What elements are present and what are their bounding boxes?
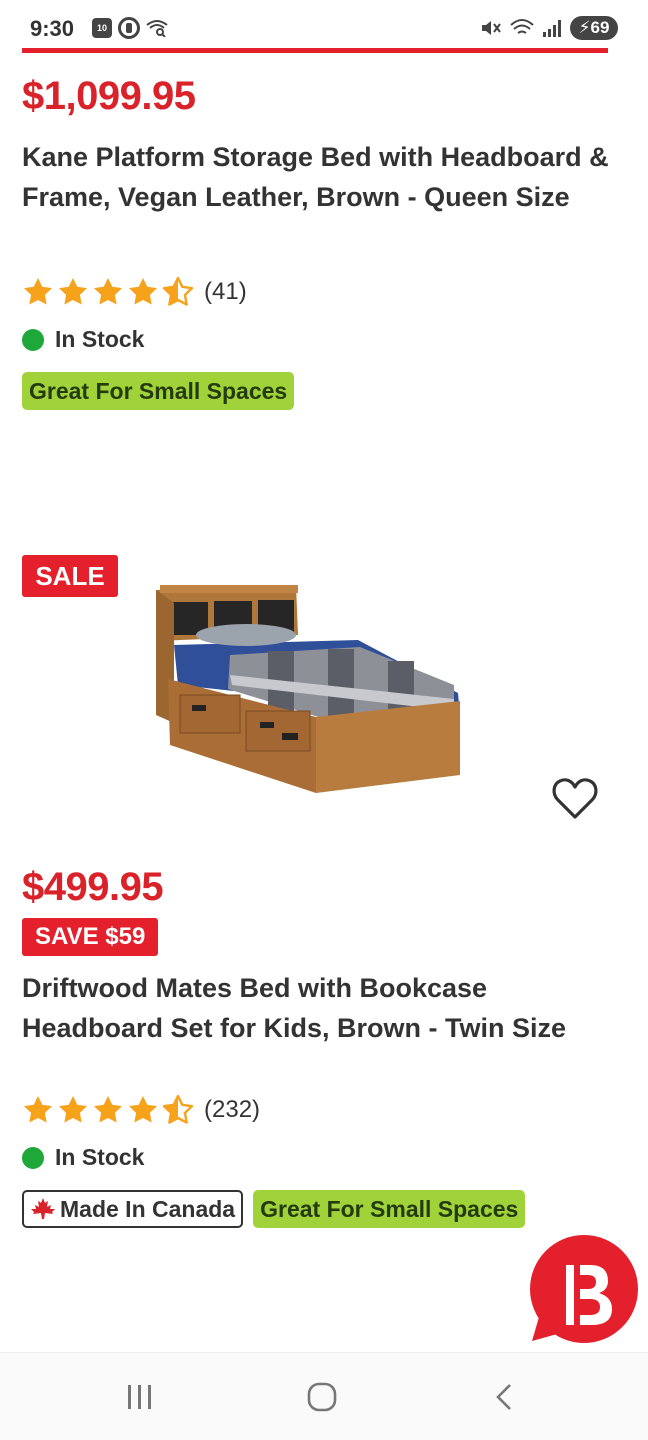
- recent-apps-icon: [128, 1385, 151, 1409]
- star-icon: [59, 1096, 87, 1123]
- screen-record-icon: [118, 17, 140, 39]
- star-icon: [24, 278, 52, 305]
- small-spaces-badge: Great For Small Spaces: [22, 372, 295, 410]
- star-icon: [94, 1096, 122, 1123]
- product-rating[interactable]: (232): [22, 1094, 260, 1126]
- battery-indicator: ⚡ 69: [570, 16, 618, 40]
- half-star-icon: [162, 1094, 194, 1124]
- wishlist-heart-icon[interactable]: [550, 775, 600, 821]
- star-icon: [94, 278, 122, 305]
- review-count: (41): [204, 278, 247, 305]
- star-icon: [59, 278, 87, 305]
- recent-apps-button[interactable]: [118, 1377, 162, 1417]
- status-bar: 9:30 10 ⚡ 69: [0, 0, 648, 50]
- battery-level: 69: [590, 18, 610, 37]
- product-price: $499.95: [22, 865, 164, 909]
- star-icon: [24, 1096, 52, 1123]
- calendar-icon: 10: [92, 18, 112, 38]
- stock-status: In Stock: [22, 1144, 144, 1171]
- made-in-canada-badge: Made In Canada: [22, 1190, 244, 1228]
- in-stock-dot-icon: [22, 328, 44, 351]
- back-button[interactable]: [482, 1377, 526, 1417]
- back-icon: [496, 1384, 511, 1410]
- brand-chat-icon[interactable]: [528, 1235, 640, 1347]
- rating-stars: [22, 1094, 194, 1126]
- product-title[interactable]: Driftwood Mates Bed with Bookcase Headbo…: [22, 968, 622, 1048]
- small-spaces-badge: Great For Small Spaces: [253, 1190, 526, 1228]
- wifi-search-icon: [146, 20, 168, 37]
- product-badges: Made In Canada Great For Small Spaces: [22, 1190, 526, 1228]
- product-title[interactable]: Kane Platform Storage Bed with Headboard…: [22, 137, 622, 217]
- signal-icon: [543, 20, 561, 37]
- made-in-canada-label: Made In Canada: [60, 1196, 236, 1222]
- home-button[interactable]: [300, 1377, 344, 1417]
- product-price: $1,099.95: [22, 74, 196, 118]
- mute-icon: [482, 21, 501, 35]
- star-icon: [129, 1096, 157, 1123]
- status-time: 9:30: [30, 16, 75, 41]
- rating-stars: [22, 276, 194, 308]
- half-star-icon: [162, 276, 194, 306]
- stock-status: In Stock: [22, 326, 144, 353]
- review-count: (232): [204, 1096, 261, 1123]
- sale-tag: SALE: [22, 555, 118, 597]
- product-rating[interactable]: (41): [22, 276, 247, 308]
- stock-label: In Stock: [55, 326, 145, 352]
- home-icon: [307, 1382, 337, 1412]
- product-list-page: 9:30 10 ⚡ 69 $1,099.95 Kane Platform Stor…: [0, 0, 648, 1440]
- header-divider: [22, 48, 608, 53]
- maple-leaf-icon: [31, 1198, 55, 1219]
- stock-label: In Stock: [55, 1144, 145, 1170]
- system-nav-bar: [0, 1352, 648, 1440]
- product-badges: Great For Small Spaces: [22, 372, 295, 410]
- in-stock-dot-icon: [22, 1146, 44, 1169]
- product-image[interactable]: [148, 575, 470, 800]
- wifi-icon: [510, 19, 534, 34]
- save-tag: SAVE $59: [22, 918, 159, 956]
- star-icon: [129, 278, 157, 305]
